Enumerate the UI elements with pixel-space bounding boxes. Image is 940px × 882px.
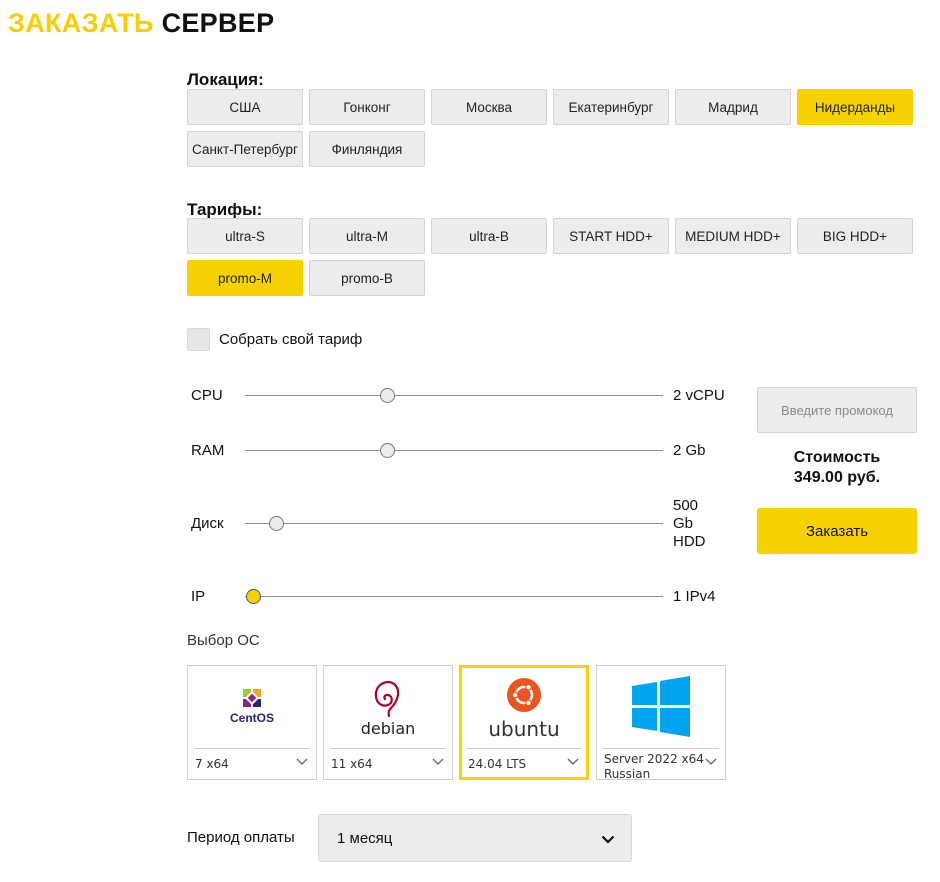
disk-value-amount: 500 — [673, 497, 699, 514]
ip-slider-label: IP — [191, 588, 206, 605]
chevron-down-icon — [705, 758, 717, 765]
disk-slider-label: Диск — [191, 515, 224, 532]
ram-slider-label: RAM — [191, 442, 225, 459]
debian-version: 11 x64 — [331, 757, 373, 771]
centos-version: 7 x64 — [195, 757, 229, 771]
windows-version-select[interactable]: Server 2022 x64 Russian — [603, 748, 719, 781]
ram-slider-value: 2 Gb — [673, 442, 706, 459]
chevron-down-icon — [601, 835, 615, 844]
custom-tariff-checkbox[interactable] — [187, 328, 210, 351]
disk-slider-value: 500 Gb HDD — [673, 497, 733, 551]
ubuntu-logo-text: ubuntu — [488, 717, 559, 741]
cost-label: Стоимость — [793, 449, 881, 466]
tariff-option-start-hdd[interactable]: START HDD+ — [553, 218, 669, 254]
chevron-down-icon — [567, 758, 579, 765]
ram-slider-knob[interactable] — [380, 443, 396, 458]
payment-period-select[interactable]: 1 месяц — [318, 814, 632, 862]
debian-logo-text: debian — [361, 719, 416, 738]
os-card-ubuntu[interactable]: ubuntu 24.04 LTS — [459, 665, 589, 780]
disk-slider-row: Диск 500 Gb HDD — [191, 497, 731, 550]
windows-language: Russian — [604, 767, 651, 781]
windows-version: Server 2022 x64 — [604, 752, 704, 766]
page-title: ЗАКАЗАТЬ СЕРВЕР — [8, 8, 274, 39]
tariff-option-ultra-s[interactable]: ultra-S — [187, 218, 303, 254]
location-label: Локация: — [187, 70, 264, 89]
cpu-slider-knob[interactable] — [380, 388, 396, 403]
page-title-accent: ЗАКАЗАТЬ — [8, 8, 154, 38]
cost-display: Стоимость 349.00 руб. — [757, 448, 917, 488]
location-option-finland[interactable]: Финляндия — [309, 131, 425, 167]
location-option-madrid[interactable]: Мадрид — [675, 89, 791, 125]
ubuntu-logo: ubuntu — [462, 668, 586, 750]
custom-tariff-label: Собрать свой тариф — [219, 331, 363, 348]
order-button[interactable]: Заказать — [757, 508, 917, 554]
disk-value-type: HDD — [673, 533, 706, 550]
location-option-hongkong[interactable]: Гонконг — [309, 89, 425, 125]
os-card-centos[interactable]: CentOS 7 x64 — [187, 665, 317, 780]
disk-slider-knob[interactable] — [269, 516, 285, 531]
tariff-option-ultra-m[interactable]: ultra-M — [309, 218, 425, 254]
cpu-slider-label: CPU — [191, 387, 223, 404]
payment-period-value: 1 месяц — [337, 829, 393, 847]
centos-version-select[interactable]: 7 x64 — [194, 748, 310, 778]
centos-logo-text: CentOS — [230, 711, 274, 725]
tariffs-label: Тарифы: — [187, 200, 263, 219]
chevron-down-icon — [296, 758, 308, 765]
tariff-option-medium-hdd[interactable]: MEDIUM HDD+ — [675, 218, 791, 254]
windows-logo — [597, 666, 725, 748]
os-card-windows[interactable]: Server 2022 x64 Russian — [596, 665, 726, 781]
disk-value-unit: Gb — [673, 515, 694, 532]
centos-logo: CentOS — [188, 666, 316, 748]
ram-slider-row: RAM 2 Gb — [191, 441, 731, 461]
tariff-option-promo-b[interactable]: promo-B — [309, 260, 425, 296]
os-card-debian[interactable]: debian 11 x64 — [323, 665, 453, 780]
custom-tariff-row[interactable]: Собрать свой тариф — [187, 328, 362, 351]
tariff-options: ultra-S ultra-M ultra-B START HDD+ MEDIU… — [187, 218, 917, 296]
location-options: США Гонконг Москва Екатеринбург Мадрид Н… — [187, 89, 917, 167]
tariff-option-ultra-b[interactable]: ultra-B — [431, 218, 547, 254]
location-option-usa[interactable]: США — [187, 89, 303, 125]
payment-period-label: Период оплаты — [187, 829, 295, 846]
ram-slider-track[interactable] — [245, 450, 663, 451]
location-option-netherlands[interactable]: Нидерданды — [797, 89, 913, 125]
tariff-option-promo-m[interactable]: promo-M — [187, 260, 303, 296]
tariff-option-big-hdd[interactable]: BIG HDD+ — [797, 218, 913, 254]
cost-price: 349.00 руб. — [793, 469, 881, 486]
cpu-slider-track[interactable] — [245, 395, 663, 396]
ip-slider-row: IP 1 IPv4 — [191, 587, 731, 607]
ip-slider-knob[interactable] — [246, 589, 262, 604]
page-title-rest: СЕРВЕР — [161, 8, 275, 38]
debian-version-select[interactable]: 11 x64 — [330, 748, 446, 778]
ip-slider-track[interactable] — [245, 596, 663, 597]
ip-slider-value: 1 IPv4 — [673, 588, 716, 605]
cpu-slider-row: CPU 2 vCPU — [191, 386, 731, 406]
location-option-spb[interactable]: Санкт-Петербург — [187, 131, 303, 167]
cpu-slider-value: 2 vCPU — [673, 387, 725, 404]
location-option-ekaterinburg[interactable]: Екатеринбург — [553, 89, 669, 125]
debian-logo: debian — [324, 666, 452, 748]
windows-icon — [632, 676, 690, 737]
disk-slider-track[interactable] — [245, 523, 663, 524]
promo-code-input[interactable]: Введите промокод — [757, 387, 917, 433]
location-option-moscow[interactable]: Москва — [431, 89, 547, 125]
ubuntu-version-select[interactable]: 24.04 LTS — [467, 748, 581, 778]
ubuntu-version: 24.04 LTS — [468, 757, 527, 771]
chevron-down-icon — [432, 758, 444, 765]
os-section-label: Выбор ОС — [187, 632, 260, 649]
